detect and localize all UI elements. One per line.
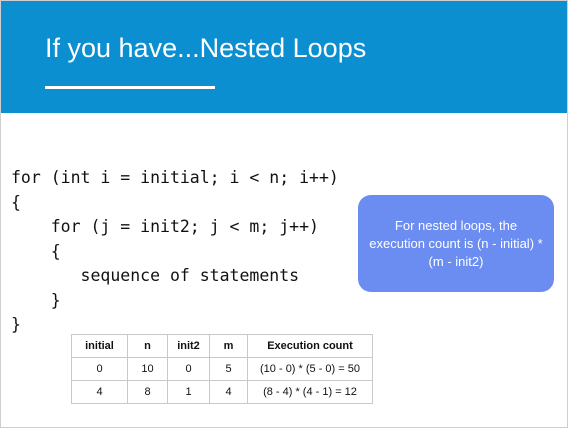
code-line: for (int i = initial; i < n; i++) (11, 168, 339, 187)
table-cell: 4 (71, 380, 128, 404)
table-cell: (8 - 4) * (4 - 1) = 12 (247, 380, 373, 404)
code-line: for (j = init2; j < m; j++) (11, 217, 319, 236)
code-block: for (int i = initial; i < n; i++) { for … (11, 166, 339, 338)
callout-box: For nested loops, the execution count is… (358, 195, 554, 292)
table-header-row: initial n init2 m Execution count (71, 334, 373, 358)
column-header-n: n (127, 334, 168, 358)
column-header-execution-count: Execution count (247, 334, 373, 358)
table-cell: 0 (167, 357, 210, 381)
execution-count-table: initial n init2 m Execution count 0 10 0… (71, 334, 373, 404)
table-row: 0 10 0 5 (10 - 0) * (5 - 0) = 50 (71, 357, 373, 381)
table-cell: 5 (209, 357, 248, 381)
table-cell: 8 (127, 380, 168, 404)
table-cell: 1 (167, 380, 210, 404)
code-line: sequence of statements (11, 266, 300, 285)
slide-title: If you have...Nested Loops (45, 33, 367, 63)
column-header-initial: initial (71, 334, 128, 358)
table-row: 4 8 1 4 (8 - 4) * (4 - 1) = 12 (71, 380, 373, 404)
code-line: { (11, 192, 21, 212)
title-underline (45, 86, 215, 89)
column-header-init2: init2 (167, 334, 210, 358)
table-cell: 0 (71, 357, 128, 381)
table-cell: 4 (209, 380, 248, 404)
callout-text: For nested loops, the execution count is… (369, 217, 543, 269)
table-cell: 10 (127, 357, 168, 381)
code-line: } (11, 290, 61, 310)
column-header-m: m (209, 334, 248, 358)
code-line: { (11, 241, 61, 261)
table-cell: (10 - 0) * (5 - 0) = 50 (247, 357, 373, 381)
